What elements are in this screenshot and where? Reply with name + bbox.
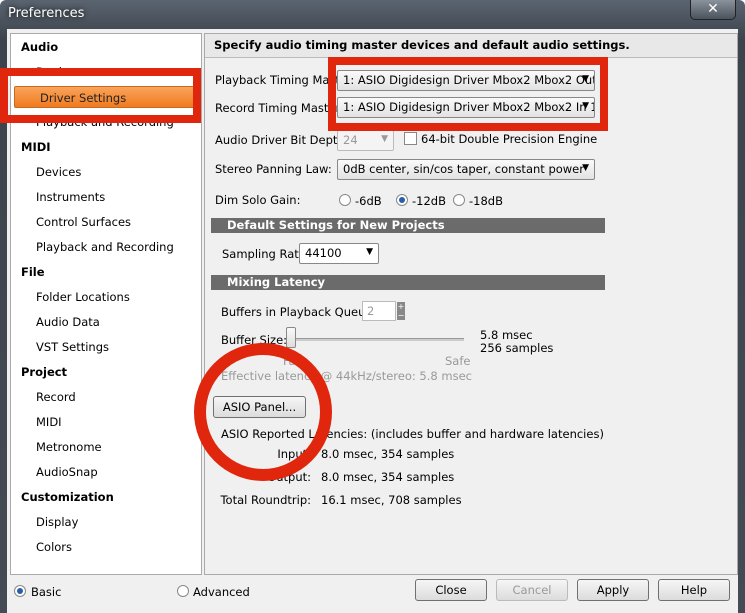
sidebar-category: MIDI (21, 140, 51, 154)
dim-12db-label: -12dB (412, 194, 446, 208)
chevron-down-icon: ▼ (582, 101, 589, 111)
help-button[interactable]: Help (658, 579, 730, 601)
slider-fast-label: Fast (283, 354, 307, 368)
sidebar: Audio Devices Driver Settings Playback and … (10, 33, 202, 575)
roundtrip-value: 16.1 msec, 708 samples (321, 493, 462, 507)
buffers-input[interactable]: 2 (362, 301, 396, 321)
buffer-size-label: Buffer Size: (221, 333, 288, 347)
effective-latency: Effective latency @ 44kHz/stereo: 5.8 ms… (221, 369, 472, 383)
preferences-window: Preferences ✕ Audio Devices Driver Setting… (0, 0, 745, 613)
dim-6db-radio[interactable] (339, 194, 351, 206)
buffer-size-slider[interactable] (286, 327, 296, 348)
sidebar-category: File (21, 265, 45, 279)
output-latency-label: Output: (267, 470, 311, 484)
asio-panel-button[interactable]: ASIO Panel... (213, 396, 306, 418)
cancel-button[interactable]: Cancel (496, 579, 568, 601)
sidebar-item[interactable]: Audio Data (11, 311, 201, 333)
basic-label: Basic (31, 585, 62, 599)
playback-timing-master-label: Playback Timing Master: (215, 73, 356, 87)
chevron-down-icon: ▼ (582, 74, 589, 84)
double-precision-checkbox[interactable] (404, 132, 417, 145)
close-window-button[interactable]: ✕ (690, 0, 736, 20)
roundtrip-label: Total Roundtrip: (220, 493, 311, 507)
basic-radio[interactable] (14, 585, 26, 597)
sidebar-item[interactable]: Folder Locations (11, 286, 201, 308)
output-latency-value: 8.0 msec, 354 samples (321, 470, 455, 484)
sampling-rate-value: 44100 (305, 246, 342, 260)
buffer-msec: 5.8 msec (480, 328, 533, 342)
sidebar-item[interactable]: Colors (11, 536, 201, 558)
sidebar-category: Project (21, 365, 68, 379)
advanced-label: Advanced (193, 585, 250, 599)
bit-depth-select[interactable]: 24 ▼ (337, 130, 394, 151)
sidebar-item[interactable]: Driver Settings (14, 86, 198, 108)
playback-timing-master-value: 1: ASIO Digidesign Driver Mbox2 Mbox2 Ou… (343, 73, 595, 87)
sampling-rate-label: Sampling Rate: (222, 247, 310, 261)
sidebar-item[interactable]: AudioSnap (11, 461, 201, 483)
sidebar-item[interactable]: VST Settings (11, 336, 201, 358)
input-latency-value: 8.0 msec, 354 samples (321, 447, 455, 461)
dim-18db-label: -18dB (469, 194, 503, 208)
record-timing-master-value: 1: ASIO Digidesign Driver Mbox2 Mbox2 In… (343, 100, 595, 114)
record-timing-master-label: Record Timing Master: (215, 101, 344, 115)
advanced-radio[interactable] (177, 585, 189, 597)
double-precision-label: 64-bit Double Precision Engine (421, 132, 598, 146)
sidebar-item[interactable]: Metronome (11, 436, 201, 458)
sidebar-item[interactable]: Control Surfaces (11, 211, 201, 233)
sidebar-item[interactable]: Display (11, 511, 201, 533)
chevron-down-icon: ▼ (381, 134, 388, 144)
sidebar-item[interactable]: Playback and Recording (11, 236, 201, 258)
record-timing-master-select[interactable]: 1: ASIO Digidesign Driver Mbox2 Mbox2 In… (337, 97, 595, 118)
bit-depth-value: 24 (343, 133, 358, 147)
apply-button[interactable]: Apply (577, 579, 649, 601)
asio-reported-label: ASIO Reported Latencies: (includes buffe… (221, 427, 604, 441)
sidebar-item[interactable]: MIDI (11, 411, 201, 433)
sampling-rate-select[interactable]: 44100 ▼ (299, 243, 379, 264)
dim-6db-label: -6dB (355, 194, 382, 208)
buffer-size-track (291, 338, 464, 341)
panning-law-select[interactable]: 0dB center, sin/cos taper, constant powe… (337, 159, 595, 180)
panning-law-value: 0dB center, sin/cos taper, constant powe… (343, 162, 584, 176)
playback-timing-master-select[interactable]: 1: ASIO Digidesign Driver Mbox2 Mbox2 Ou… (337, 70, 595, 91)
chevron-down-icon: ▼ (582, 163, 589, 173)
sidebar-item[interactable]: Devices (11, 61, 201, 83)
window-title: Preferences (8, 6, 85, 21)
close-button[interactable]: Close (415, 579, 487, 601)
chevron-down-icon: ▼ (366, 247, 373, 257)
sidebar-item[interactable]: Record (11, 386, 201, 408)
buffer-samples: 256 samples (480, 341, 554, 355)
section-mixing-latency: Mixing Latency (211, 275, 605, 290)
sidebar-category: Customization (21, 490, 114, 504)
sidebar-item[interactable]: Playback and Recording (11, 111, 201, 133)
dim-12db-radio[interactable] (396, 194, 408, 206)
sidebar-item[interactable]: Instruments (11, 186, 201, 208)
sidebar-item[interactable]: Devices (11, 161, 201, 183)
input-latency-label: Input: (277, 447, 311, 461)
dim-solo-label: Dim Solo Gain: (215, 193, 301, 207)
bit-depth-label: Audio Driver Bit Depth: (215, 133, 349, 147)
buffers-stepper[interactable]: + − (397, 302, 405, 320)
buffers-label: Buffers in Playback Queue: (221, 305, 377, 319)
panel-header: Specify audio timing master devices and … (205, 34, 737, 58)
sidebar-category: Audio (21, 40, 59, 54)
slider-safe-label: Safe (445, 354, 471, 368)
panning-law-label: Stereo Panning Law: (215, 162, 332, 176)
dim-18db-radio[interactable] (453, 194, 465, 206)
section-default-settings: Default Settings for New Projects (211, 218, 605, 233)
